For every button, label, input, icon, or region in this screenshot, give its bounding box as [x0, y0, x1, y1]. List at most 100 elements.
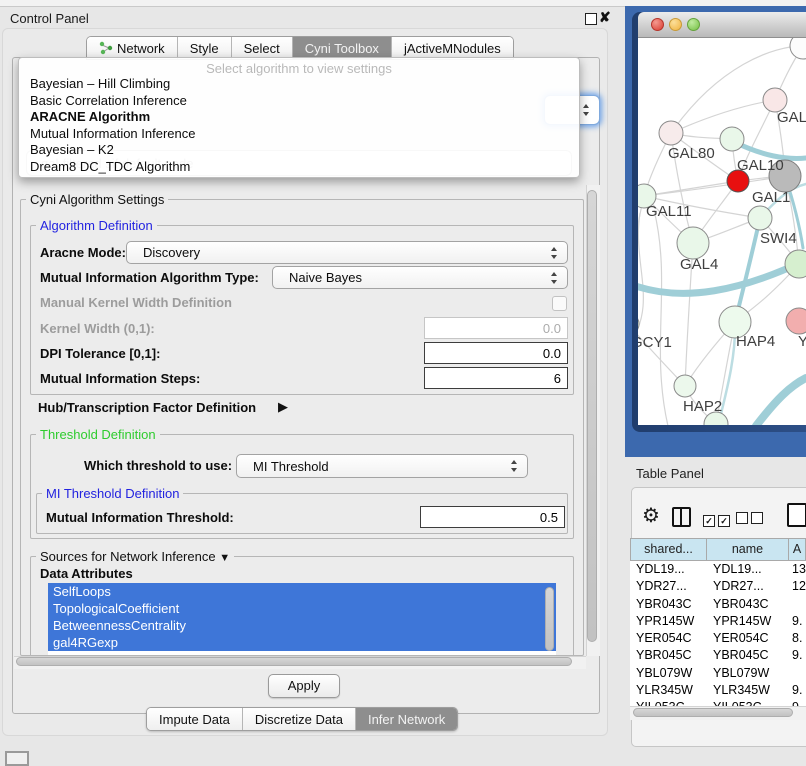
column-header[interactable]: name — [707, 538, 789, 561]
table-row[interactable]: YPR145WYPR145W9. — [630, 613, 806, 630]
algorithm-option[interactable]: Bayesian – K2 — [19, 142, 579, 159]
table-cell: 13 — [789, 561, 806, 578]
network-node[interactable] — [638, 313, 639, 335]
apply-button[interactable]: Apply — [268, 674, 340, 698]
tab-jactivemnodules[interactable]: jActiveMNodules — [391, 37, 513, 59]
table-cell: YLR345W — [630, 682, 707, 699]
tab-network[interactable]: Network — [87, 37, 177, 59]
mi-threshold-title: MI Threshold Definition — [42, 486, 183, 501]
table-row[interactable]: YDR27...YDR27...12 — [630, 578, 806, 595]
which-threshold-combo[interactable]: MI Threshold — [236, 454, 528, 478]
mi-threshold-field[interactable] — [420, 506, 565, 528]
table-cell — [789, 596, 806, 613]
mi-type-combo[interactable]: Naive Bayes — [272, 266, 568, 289]
table-row[interactable]: YER054CYER054C8. — [630, 630, 806, 647]
manual-kernel-checkbox[interactable] — [552, 296, 567, 311]
tab-style[interactable]: Style — [177, 37, 231, 59]
kernel-width-field[interactable] — [424, 317, 568, 339]
export-table-icon[interactable] — [787, 503, 806, 527]
table-row[interactable]: YBR045CYBR045C9. — [630, 647, 806, 664]
network-view-window[interactable]: GAL GAL80 GAL10 GAL1 GAL11 SWI4 GAL4 GCY… — [632, 12, 806, 432]
table-cell: YLR345W — [707, 682, 789, 699]
table-row[interactable]: YBR043CYBR043C — [630, 596, 806, 613]
tab-select[interactable]: Select — [231, 37, 292, 59]
network-node[interactable] — [659, 121, 683, 145]
close-icon[interactable]: ✘ — [599, 9, 611, 26]
minimize-traffic-light[interactable] — [669, 18, 682, 31]
table-cell: 9. — [789, 647, 806, 664]
dpi-tolerance-field[interactable] — [424, 342, 568, 364]
attribute-item[interactable]: BetweennessCentrality — [48, 617, 556, 634]
settings-gear-icon[interactable]: ⚙ — [642, 503, 660, 528]
column-view-icon[interactable] — [672, 507, 691, 527]
aracne-mode-combo[interactable]: Discovery — [126, 241, 568, 264]
mi-steps-label: Mutual Information Steps: — [40, 371, 200, 386]
attribute-item[interactable]: TopologicalCoefficient — [48, 600, 556, 617]
node-label: Y — [798, 333, 806, 350]
table-cell: YBR043C — [630, 596, 707, 613]
network-node[interactable] — [677, 227, 709, 259]
table-cell: YBR045C — [707, 647, 789, 664]
minimized-panel-icon[interactable] — [5, 751, 29, 766]
algorithm-option[interactable]: Bayesian – Hill Climbing — [19, 76, 579, 93]
sources-title[interactable]: Sources for Network Inference ▼ — [36, 549, 234, 564]
tab-cyni-toolbox[interactable]: Cyni Toolbox — [292, 37, 391, 59]
table-cell: YPR145W — [707, 613, 789, 630]
hide-columns-icon[interactable] — [736, 511, 766, 529]
dpi-tolerance-label: DPI Tolerance [0,1]: — [40, 346, 160, 361]
network-node[interactable] — [790, 38, 806, 59]
control-panel-title: Control Panel — [10, 11, 89, 26]
algorithm-option[interactable]: ARACNE Algorithm — [19, 109, 579, 126]
attribute-item[interactable]: SelfLoops — [48, 583, 556, 600]
table-hscrollbar-thumb[interactable] — [633, 708, 793, 717]
float-window-icon[interactable] — [585, 13, 597, 25]
table-cell: YDL19... — [707, 561, 789, 578]
network-node[interactable] — [786, 308, 806, 334]
threshold-definition-title: Threshold Definition — [36, 427, 160, 442]
tab-infer-network[interactable]: Infer Network — [355, 708, 457, 730]
column-header[interactable]: shared... — [630, 538, 707, 561]
table-row[interactable]: YDL19...YDL19...13 — [630, 561, 806, 578]
table-cell: YDL19... — [630, 561, 707, 578]
expand-right-icon[interactable]: ▶ — [278, 399, 288, 415]
stepper-arrows-icon — [551, 247, 558, 259]
aracne-mode-label: Aracne Mode: — [40, 245, 126, 260]
table-row[interactable]: YLR345WYLR345W9. — [630, 682, 806, 699]
algorithm-option[interactable]: Mutual Information Inference — [19, 126, 579, 143]
settings-vscrollbar-thumb[interactable] — [587, 190, 597, 642]
tab-discretize-data[interactable]: Discretize Data — [242, 708, 355, 730]
close-traffic-light[interactable] — [651, 18, 664, 31]
tab-cyni-toolbox-label: Cyni Toolbox — [305, 41, 379, 56]
table-row[interactable]: YIL053CYIL053C9 — [630, 699, 806, 706]
tab-impute-data-label: Impute Data — [159, 712, 230, 727]
hub-definition-label[interactable]: Hub/Transcription Factor Definition — [38, 400, 256, 415]
table-cell: 12 — [789, 578, 806, 595]
attribute-item[interactable]: gal4RGexp — [48, 634, 556, 651]
zoom-traffic-light[interactable] — [687, 18, 700, 31]
algorithm-option[interactable]: Basic Correlation Inference — [19, 93, 579, 110]
mi-steps-field[interactable] — [424, 367, 568, 389]
network-node[interactable] — [674, 375, 696, 397]
algorithm-option[interactable]: Dream8 DC_TDC Algorithm — [19, 159, 579, 176]
attributes-list-scrollbar[interactable] — [545, 587, 554, 651]
network-node[interactable] — [720, 127, 744, 151]
node-label: GAL — [777, 109, 806, 126]
settings-hscrollbar-thumb[interactable] — [16, 657, 572, 666]
tab-impute-data[interactable]: Impute Data — [147, 708, 242, 730]
network-window-titlebar[interactable] — [638, 12, 806, 38]
bottom-tabs: Impute Data Discretize Data Infer Networ… — [146, 707, 458, 731]
data-attributes-list[interactable]: SelfLoopsTopologicalCoefficientBetweenne… — [48, 583, 556, 655]
table-cell: YER054C — [707, 630, 789, 647]
table-row[interactable]: YBL079WYBL079W — [630, 665, 806, 682]
show-columns-icon[interactable]: ✓✓ — [703, 511, 733, 529]
network-node[interactable] — [785, 250, 806, 278]
table-cell: 9 — [789, 699, 806, 706]
table-cell: YBL079W — [630, 665, 707, 682]
stepper-arrows-icon — [583, 104, 590, 116]
column-header[interactable]: A — [789, 538, 806, 561]
table-cell: YBR045C — [630, 647, 707, 664]
table-cell: 8. — [789, 630, 806, 647]
network-node[interactable] — [748, 206, 772, 230]
network-canvas[interactable]: GAL GAL80 GAL10 GAL1 GAL11 SWI4 GAL4 GCY… — [638, 38, 806, 425]
network-icon — [99, 41, 113, 55]
